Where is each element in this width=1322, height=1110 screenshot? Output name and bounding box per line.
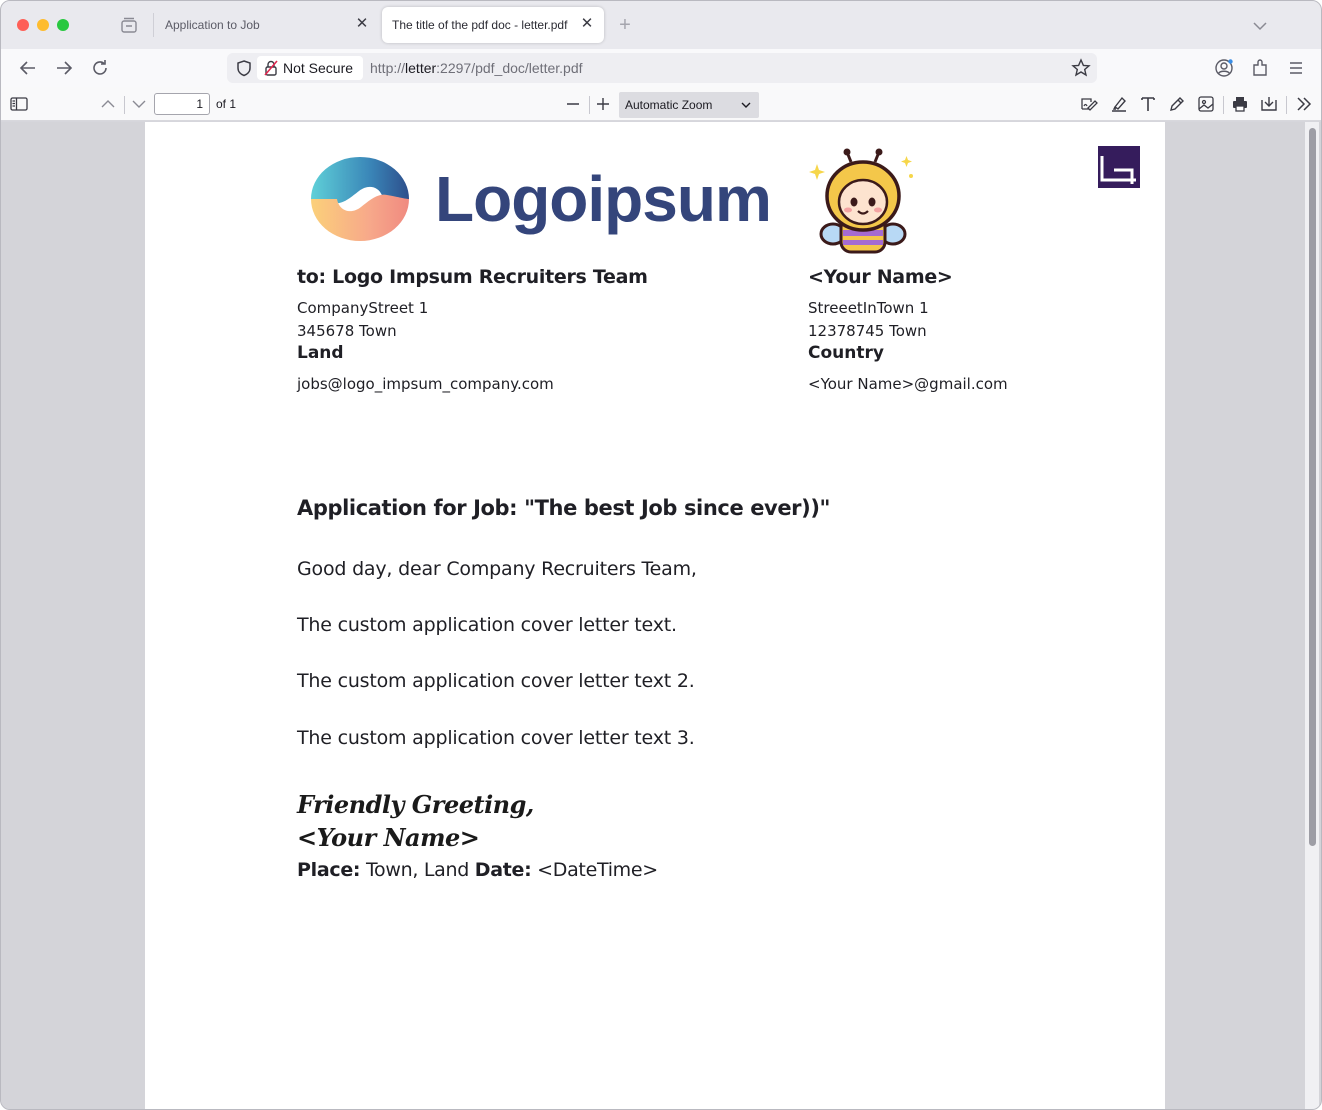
reload-icon[interactable] bbox=[89, 57, 111, 79]
navigation-bar: Not Secure http://letter:2297/pdf_doc/le… bbox=[1, 49, 1321, 87]
company-logo-text: Logoipsum bbox=[435, 163, 772, 235]
tab-separator bbox=[153, 13, 154, 37]
date-label: Date: bbox=[474, 859, 532, 881]
url-path: :2297/pdf_doc/letter.pdf bbox=[436, 60, 583, 76]
letter-closing: Friendly Greeting, bbox=[297, 790, 534, 819]
toolbar-separator bbox=[1286, 96, 1287, 114]
letter-greeting: Good day, dear Company Recruiters Team, bbox=[297, 558, 697, 580]
close-tab-icon[interactable]: ✕ bbox=[355, 16, 369, 31]
letter-paragraph: The custom application cover letter text… bbox=[297, 670, 695, 692]
page-number-input[interactable]: 1 bbox=[154, 93, 210, 115]
toolbar-separator bbox=[1223, 96, 1224, 114]
letter-paragraph: The custom application cover letter text… bbox=[297, 727, 695, 749]
toolbar-separator bbox=[589, 96, 590, 114]
zoom-window-button[interactable] bbox=[57, 19, 69, 31]
bookmark-star-icon[interactable] bbox=[1071, 58, 1091, 78]
image-tool-icon[interactable] bbox=[1196, 94, 1216, 114]
menu-icon[interactable] bbox=[1285, 57, 1307, 79]
letter-subject: Application for Job: "The best Job since… bbox=[297, 496, 831, 520]
tab-application-to-job[interactable]: Application to Job ✕ bbox=[155, 7, 379, 43]
chevron-down-icon bbox=[741, 102, 751, 108]
letter-paragraph: The custom application cover letter text… bbox=[297, 614, 677, 636]
tab-title: The title of the pdf doc - letter.pdf bbox=[392, 18, 568, 32]
pdf-page: Logoipsum to: Logo Impsum Recruiters Tea… bbox=[145, 122, 1165, 1109]
url-text[interactable]: http://letter:2297/pdf_doc/letter.pdf bbox=[370, 60, 583, 76]
security-label: Not Secure bbox=[283, 60, 354, 76]
place-label: Place: bbox=[297, 859, 361, 881]
toolbar-separator bbox=[124, 96, 125, 114]
previous-page-icon[interactable] bbox=[98, 94, 118, 114]
recipient-country: Land bbox=[297, 343, 344, 363]
page-count: of 1 bbox=[216, 97, 237, 111]
recipient-heading: to: Logo Impsum Recruiters Team bbox=[297, 266, 648, 288]
zoom-select[interactable]: Automatic Zoom bbox=[619, 92, 759, 118]
new-tab-button[interactable]: + bbox=[615, 13, 635, 37]
url-bar[interactable]: Not Secure http://letter:2297/pdf_doc/le… bbox=[227, 53, 1097, 83]
highlight-icon[interactable] bbox=[1109, 94, 1129, 114]
document-corner-icon bbox=[1098, 146, 1140, 188]
url-scheme: http:// bbox=[370, 60, 406, 76]
sender-city: 12378745 Town bbox=[808, 322, 927, 340]
minimize-window-button[interactable] bbox=[37, 19, 49, 31]
place-date-line: Place: Town, Land Date: <DateTime> bbox=[297, 859, 658, 881]
close-window-button[interactable] bbox=[17, 19, 29, 31]
recipient-city: 345678 Town bbox=[297, 322, 397, 340]
tab-letter-pdf[interactable]: The title of the pdf doc - letter.pdf ✕ bbox=[382, 7, 604, 43]
save-download-icon[interactable] bbox=[1259, 94, 1279, 114]
tab-strip: Application to Job ✕ The title of the pd… bbox=[1, 1, 1321, 49]
sender-street: StreeetInTown 1 bbox=[808, 299, 929, 317]
chevron-down-icon[interactable] bbox=[1251, 17, 1269, 35]
text-tool-icon[interactable] bbox=[1138, 94, 1158, 114]
draw-icon[interactable] bbox=[1167, 94, 1187, 114]
tab-overview-icon[interactable] bbox=[119, 16, 139, 34]
next-page-icon[interactable] bbox=[129, 94, 149, 114]
sender-name: <Your Name> bbox=[808, 266, 953, 288]
tab-title: Application to Job bbox=[165, 18, 260, 32]
zoom-out-icon[interactable] bbox=[563, 94, 583, 114]
shield-icon[interactable] bbox=[235, 59, 253, 77]
sidebar-toggle-icon[interactable] bbox=[9, 94, 29, 114]
tools-overflow-icon[interactable] bbox=[1294, 94, 1314, 114]
recipient-street: CompanyStreet 1 bbox=[297, 299, 429, 317]
url-host: letter bbox=[405, 60, 437, 76]
forward-icon[interactable] bbox=[53, 57, 75, 79]
close-tab-icon[interactable]: ✕ bbox=[580, 16, 594, 31]
recipient-email: jobs@logo_impsum_company.com bbox=[297, 375, 554, 393]
pdf-toolbar: 1 of 1 Automatic Zoom bbox=[1, 87, 1321, 121]
date-value: <DateTime> bbox=[537, 859, 658, 881]
print-icon[interactable] bbox=[1230, 94, 1250, 114]
signature-icon[interactable] bbox=[1079, 94, 1099, 114]
extensions-icon[interactable] bbox=[1249, 57, 1271, 79]
back-icon[interactable] bbox=[17, 57, 39, 79]
zoom-in-icon[interactable] bbox=[593, 94, 613, 114]
scrollbar-thumb[interactable] bbox=[1309, 128, 1316, 846]
sender-country: Country bbox=[808, 343, 884, 363]
letter-signature: <Your Name> bbox=[297, 823, 480, 852]
pdf-viewer[interactable]: Logoipsum to: Logo Impsum Recruiters Tea… bbox=[1, 122, 1321, 1109]
sender-email: <Your Name>@gmail.com bbox=[808, 375, 1008, 393]
browser-window: Application to Job ✕ The title of the pd… bbox=[0, 0, 1322, 1110]
insecure-lock-icon bbox=[264, 60, 278, 76]
company-logo-mark-icon bbox=[311, 157, 409, 241]
account-icon[interactable] bbox=[1213, 57, 1235, 79]
place-value: Town, Land bbox=[365, 859, 469, 881]
site-security-button[interactable]: Not Secure bbox=[257, 56, 363, 80]
zoom-value: Automatic Zoom bbox=[625, 98, 713, 112]
bee-avatar-icon bbox=[809, 148, 913, 254]
